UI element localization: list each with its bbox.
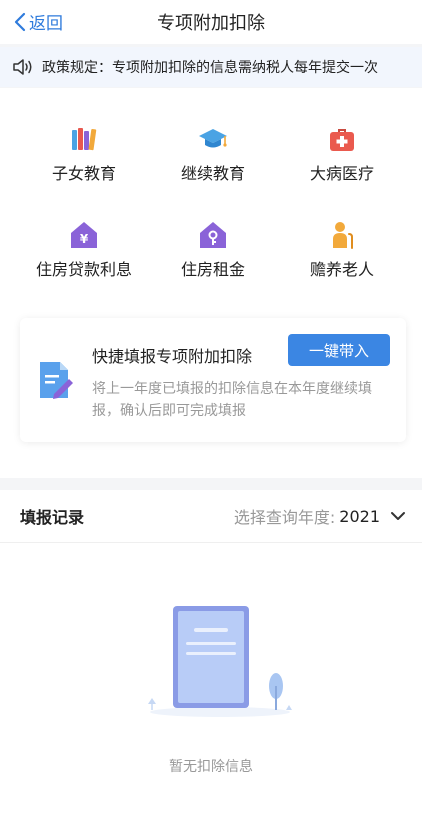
- speaker-icon: [13, 59, 32, 75]
- year-label: 选择查询年度:: [233, 508, 336, 527]
- category-label: 大病医疗: [309, 164, 374, 183]
- chevron-left-icon: [14, 12, 26, 31]
- records-header: 填报记录 选择查询年度: 2021: [0, 490, 422, 543]
- category-housing-rent[interactable]: 住房租金: [143, 220, 283, 280]
- back-button[interactable]: 返回: [14, 9, 63, 34]
- category-panel: 子女教育 继续教育 大病医疗 ¥ 住房贷款利息 住房租金 赡养老人 快捷填报专项…: [0, 88, 422, 478]
- graduation-cap-icon: [199, 129, 227, 148]
- records-title: 填报记录: [20, 508, 85, 527]
- books-icon: [72, 128, 97, 151]
- one-click-import-button[interactable]: 一键带入: [288, 334, 390, 366]
- category-label: 继续教育: [180, 164, 245, 183]
- chevron-down-icon: [391, 512, 405, 520]
- empty-document-illustration: [148, 606, 292, 717]
- quick-fill-description: 将上一年度已填报的扣除信息在本年度继续填报，确认后即可完成填报: [92, 381, 372, 419]
- category-continuing-education[interactable]: 继续教育: [143, 124, 283, 184]
- quick-fill-card: 快捷填报专项附加扣除 一键带入 将上一年度已填报的扣除信息在本年度继续填报，确认…: [20, 318, 406, 442]
- category-label: 赡养老人: [309, 260, 374, 279]
- medical-kit-icon: [330, 129, 354, 151]
- category-housing-loan-interest[interactable]: ¥ 住房贷款利息: [14, 220, 154, 280]
- category-label: 子女教育: [51, 164, 116, 183]
- category-label: 住房租金: [180, 260, 245, 279]
- year-value: 2021: [339, 506, 380, 526]
- form-edit-icon: [40, 362, 73, 399]
- policy-notice: 政策规定：专项附加扣除的信息需纳税人每年提交一次: [0, 47, 422, 87]
- empty-state-text: 暂无扣除信息: [169, 759, 253, 775]
- back-label: 返回: [29, 14, 63, 34]
- category-children-education[interactable]: 子女教育: [14, 124, 154, 184]
- category-serious-illness[interactable]: 大病医疗: [272, 124, 412, 184]
- house-key-icon: [200, 222, 226, 248]
- house-yen-icon: ¥: [71, 222, 97, 248]
- elderly-icon: [333, 222, 353, 249]
- notice-text: 政策规定：专项附加扣除的信息需纳税人每年提交一次: [42, 60, 378, 76]
- svg-text:¥: ¥: [80, 232, 89, 246]
- page-title: 专项附加扣除: [157, 13, 265, 34]
- category-label: 住房贷款利息: [35, 260, 132, 279]
- quick-fill-title: 快捷填报专项附加扣除: [92, 347, 253, 366]
- nav-bar: 返回 专项附加扣除: [0, 0, 422, 44]
- category-elderly-support[interactable]: 赡养老人: [272, 220, 412, 280]
- year-selector[interactable]: 选择查询年度: 2021: [234, 504, 406, 528]
- records-section: 填报记录 选择查询年度: 2021 暂无扣除信息: [0, 490, 422, 817]
